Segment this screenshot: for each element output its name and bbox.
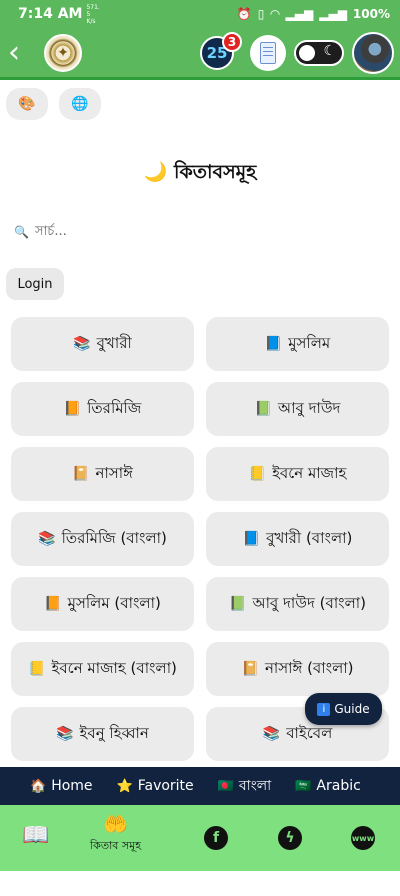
- language-button[interactable]: 🌐: [59, 88, 101, 120]
- book-label: বুখারী (বাংলা): [266, 528, 353, 547]
- login-button[interactable]: Login: [6, 268, 64, 300]
- status-bar: 7:14 AM 571. 5 K/s ⏰ ▯ ◠ ▂▄▆ ▂▄▆ 100%: [0, 0, 400, 28]
- battery-level: 100%: [352, 7, 390, 21]
- book-icon: 📗: [254, 401, 272, 417]
- info-icon: i: [317, 702, 331, 716]
- notebook-icon: [260, 41, 276, 64]
- nav-tab[interactable]: 🇸🇦 Arabic: [295, 778, 361, 794]
- prayer-clock-button[interactable]: 25 3: [200, 31, 242, 70]
- wifi-icon: ◠: [270, 7, 280, 21]
- book-card[interactable]: 📔 নাসাঈ: [11, 447, 194, 501]
- dark-mode-toggle[interactable]: ☾: [294, 39, 344, 66]
- book-icon: 📚: [262, 726, 281, 742]
- book-icon: 📘: [242, 531, 261, 547]
- nav-tab-icon: 🏠: [30, 778, 47, 794]
- book-card[interactable]: 📚 বুখারী: [11, 317, 194, 371]
- book-icon: 📔: [241, 661, 259, 677]
- book-label: ইবনু হিব্বান: [79, 723, 149, 742]
- book-icon: 📙: [63, 401, 82, 417]
- book-icon: 📙: [44, 596, 62, 612]
- book-card[interactable]: 📘 মুসলিম: [206, 317, 389, 371]
- book-label: ইবনে মাজাহ: [272, 463, 347, 482]
- guide-label: Guide: [334, 702, 370, 716]
- book-icon: 📒: [28, 661, 46, 677]
- book-label: মুসলিম (বাংলা): [67, 593, 161, 612]
- globe-www-icon: www: [351, 826, 375, 850]
- nav-tab[interactable]: 🇧🇩 বাংলা: [218, 774, 272, 798]
- book-label: ইবনে মাজাহ (বাংলা): [51, 658, 177, 677]
- nav-tab-icon: ⭐: [116, 778, 133, 794]
- signal-icon: ▂▄▆: [285, 7, 314, 21]
- book-icon: 📚: [38, 531, 56, 547]
- facebook-nav-button[interactable]: f: [204, 826, 228, 850]
- book-icon: 📔: [72, 466, 90, 482]
- book-card[interactable]: 📙 মুসলিম (বাংলা): [11, 577, 194, 631]
- system-nav-area: [0, 871, 400, 896]
- book-label: তিরমিজি (বাংলা): [61, 528, 167, 547]
- book-label: তিরমিজি: [87, 398, 142, 417]
- book-card[interactable]: 📒 ইবনে মাজাহ: [206, 447, 389, 501]
- book-card[interactable]: 📗 আবু দাউদ: [206, 382, 389, 436]
- nav-tab-label: Favorite: [137, 778, 194, 794]
- vibrate-icon: ▯: [257, 7, 265, 21]
- book-card[interactable]: 📚 তিরমিজি (বাংলা): [11, 512, 194, 566]
- alarm-icon: ⏰: [236, 7, 252, 21]
- theme-button[interactable]: 🎨: [6, 88, 48, 120]
- signal-2-icon: ▂▄▆: [319, 7, 347, 21]
- book-label: আবু দাউদ (বাংলা): [252, 593, 366, 612]
- book-label: বাইবেল: [286, 723, 333, 742]
- toggle-knob: [299, 44, 315, 61]
- books-nav-label: কিতাব সমূহ: [90, 839, 142, 852]
- nav-tab-icon: 🇸🇦: [295, 778, 312, 794]
- bottom-nav-bar: 📖 🤲 কিতাব সমূহ f ϟ www: [0, 805, 400, 871]
- search-placeholder: সার্চ...: [34, 223, 67, 239]
- book-card[interactable]: 📗 আবু দাউদ (বাংলা): [206, 577, 389, 631]
- nav-tab-label: Home: [51, 778, 93, 794]
- messenger-nav-button[interactable]: ϟ: [278, 826, 302, 850]
- book-label: বুখারী: [96, 333, 132, 352]
- book-icon: 📘: [264, 336, 283, 352]
- page-title: 🌙 কিতাবসমূহ: [143, 161, 257, 183]
- book-label: মুসলিম: [288, 333, 331, 352]
- back-arrow-icon[interactable]: ‹: [8, 37, 30, 68]
- book-card[interactable]: 📘 বুখারী (বাংলা): [206, 512, 389, 566]
- book-card[interactable]: 📚 ইবনু হিব্বান: [11, 707, 194, 761]
- book-label: আবু দাউদ: [278, 398, 341, 417]
- status-icons: ⏰ ▯ ◠ ▂▄▆ ▂▄▆ 100%: [237, 7, 390, 21]
- search-icon: 🔍: [14, 225, 29, 239]
- status-time: 7:14 AM: [18, 6, 83, 22]
- app-bar: ‹ ✦ 25 3 ☾: [0, 28, 400, 80]
- messenger-icon: ϟ: [278, 826, 302, 850]
- nav-tab-label: বাংলা: [238, 778, 272, 794]
- search-input[interactable]: 🔍 সার্চ...: [14, 214, 314, 250]
- facebook-icon: f: [204, 826, 228, 850]
- moon-icon: ☾: [323, 42, 336, 59]
- book-label: নাসাঈ (বাংলা): [264, 658, 354, 677]
- book-label: নাসাঈ: [95, 463, 133, 482]
- net-speed: 571. 5 K/s: [86, 3, 100, 25]
- book-icon: 📚: [56, 726, 74, 742]
- nav-tab-label: Arabic: [316, 778, 361, 794]
- quran-book-icon: 📖: [22, 823, 50, 848]
- book-icon: 📗: [229, 596, 247, 612]
- category-nav: 🏠 Home ⭐ Favorite 🇧🇩 বাংলা 🇸🇦 Arabic: [0, 767, 400, 805]
- user-avatar[interactable]: [352, 31, 394, 74]
- nav-tab[interactable]: ⭐ Favorite: [117, 778, 194, 794]
- hand-book-icon: 🤲: [103, 812, 128, 836]
- book-card[interactable]: 📔 নাসাঈ (বাংলা): [206, 642, 389, 696]
- quran-nav-button[interactable]: 📖: [22, 825, 49, 847]
- books-nav-button[interactable]: 🤲 কিতাব সমূহ: [90, 813, 141, 856]
- guide-button[interactable]: i Guide: [305, 693, 382, 725]
- nav-tab[interactable]: 🏠 Home: [30, 778, 93, 794]
- app-bar-actions: 25 3 ☾: [200, 31, 394, 74]
- app-logo[interactable]: ✦: [44, 33, 82, 72]
- book-icon: 📒: [248, 466, 267, 482]
- book-icon: 📚: [73, 336, 91, 352]
- website-nav-button[interactable]: www: [351, 826, 375, 850]
- book-card[interactable]: 📒 ইবনে মাজাহ (বাংলা): [11, 642, 194, 696]
- notification-badge: 3: [222, 31, 242, 52]
- book-card[interactable]: 📙 তিরমিজি: [11, 382, 194, 436]
- nav-tab-icon: 🇧🇩: [217, 778, 234, 794]
- notes-button[interactable]: [250, 34, 286, 71]
